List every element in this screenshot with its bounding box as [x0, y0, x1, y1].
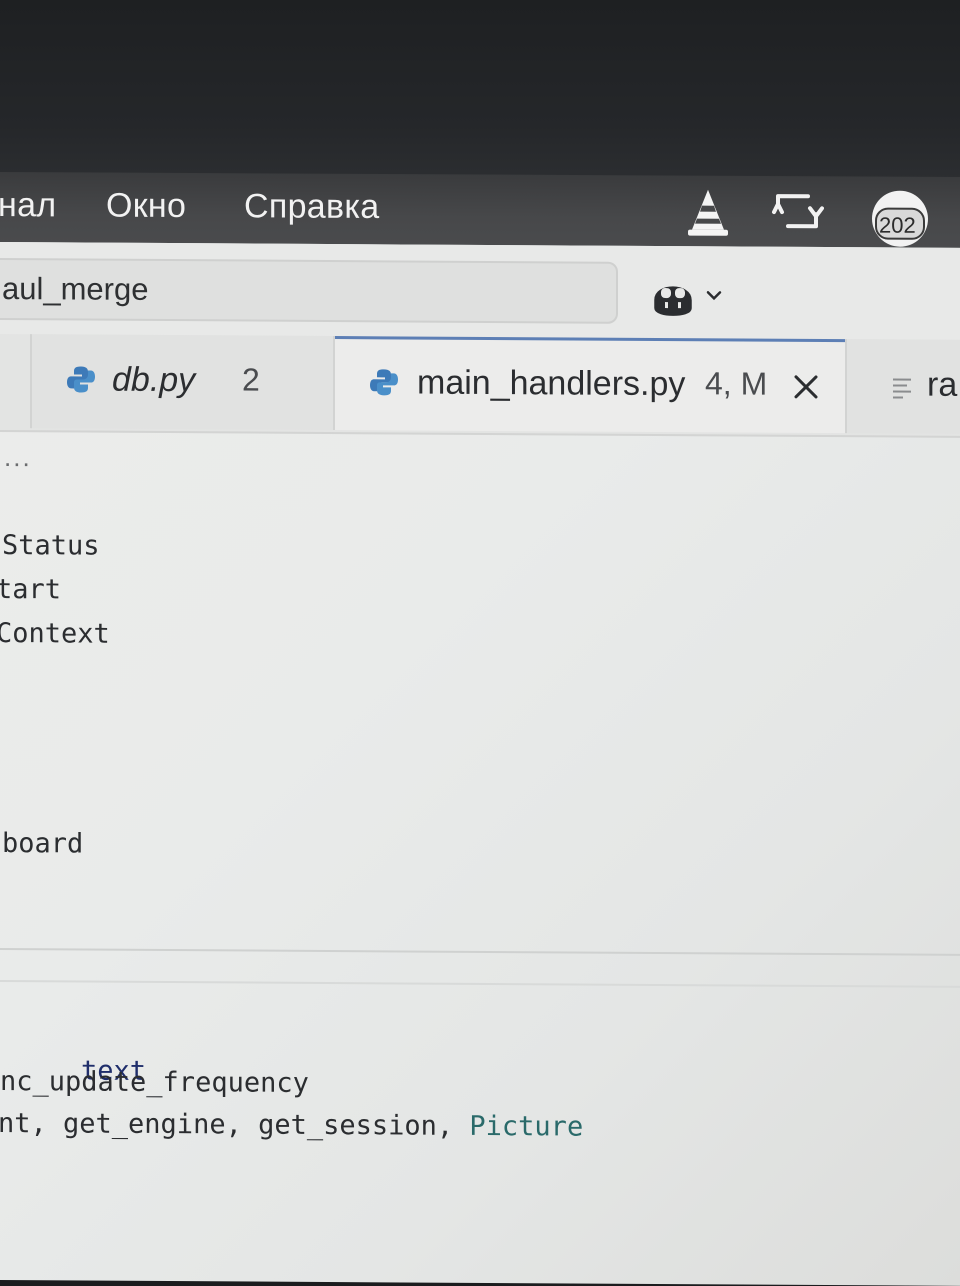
code-token: nt, get_engine, get_session,: [0, 1108, 469, 1142]
tab-db-py[interactable]: db.py 2: [30, 334, 335, 430]
notification-badge[interactable]: 202: [870, 189, 930, 249]
text-file-icon: [891, 375, 915, 399]
code-line: board: [2, 828, 83, 859]
menu-bar: нал Окно Справка 202: [0, 172, 960, 249]
python-icon: [369, 367, 399, 397]
tab-problem-count: 2: [242, 361, 260, 398]
python-icon: [66, 364, 96, 394]
editor-tab-bar: db.py 2 main_handlers.py 4, M: [0, 334, 960, 438]
divider: [0, 948, 960, 956]
code-line: Status: [2, 530, 100, 562]
divider: [0, 980, 960, 988]
command-center-bar: aul_merge: [0, 242, 960, 340]
code-line: Context: [0, 618, 110, 650]
sync-arrows-icon[interactable]: [768, 184, 824, 240]
code-line: nt, get_engine, get_session, Picture: [0, 1108, 583, 1143]
copilot-icon[interactable]: [650, 274, 730, 318]
vscode-window: aul_merge db.py: [0, 242, 960, 1286]
tab-ra[interactable]: ra: [845, 339, 960, 434]
menu-item-help[interactable]: Справка: [244, 187, 379, 227]
badge-count: 202: [879, 213, 916, 239]
code-token: Picture: [469, 1111, 583, 1143]
tab-status: 4, M: [705, 365, 767, 402]
tab-label: main_handlers.py: [417, 364, 685, 405]
screen-bezel: [0, 0, 960, 180]
tab-label: ra: [927, 366, 957, 405]
close-icon[interactable]: [791, 372, 821, 402]
tab-label: db.py: [112, 361, 195, 401]
menu-item-window[interactable]: Окно: [106, 187, 186, 226]
command-center-search[interactable]: aul_merge: [0, 258, 618, 324]
code-line: nc_update_frequency: [0, 1066, 309, 1099]
breadcrumb[interactable]: ...: [4, 442, 32, 473]
tab-main-handlers-py[interactable]: main_handlers.py 4, M: [335, 336, 845, 433]
vlc-cone-icon[interactable]: [680, 184, 736, 240]
menu-item-terminal[interactable]: нал: [0, 186, 56, 225]
branch-name: aul_merge: [2, 271, 148, 308]
code-line: tart: [0, 574, 61, 605]
